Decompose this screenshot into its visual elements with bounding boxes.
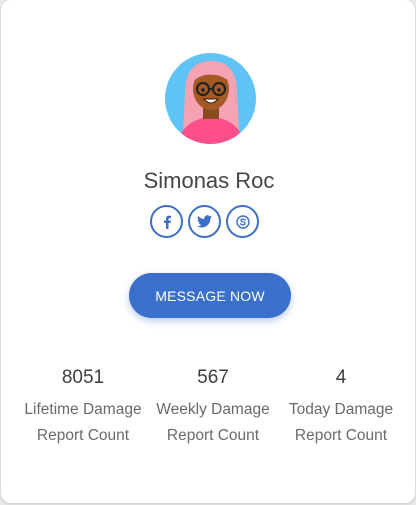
stat-label: Today Damage Report Count: [288, 401, 394, 444]
twitter-icon: [197, 215, 212, 228]
profile-card: Simonas Roc MESSAGE NOW 8051 Lifetime Da…: [1, 0, 415, 503]
stat-weekly: 567 Weekly Damage Report Count: [149, 366, 277, 448]
stat-today: 4 Today Damage Report Count: [279, 366, 403, 448]
skype-icon: [235, 214, 250, 229]
avatar: [165, 53, 256, 144]
profile-name: Simonas Roc: [143, 168, 275, 193]
message-now-button[interactable]: MESSAGE NOW: [129, 273, 291, 318]
skype-button[interactable]: [226, 205, 259, 238]
stat-label: Weekly Damage Report Count: [156, 401, 270, 444]
social-links: [150, 205, 272, 241]
stat-value: 567: [197, 367, 229, 388]
twitter-button[interactable]: [188, 205, 221, 238]
stat-value: 8051: [61, 367, 105, 388]
facebook-button[interactable]: [150, 205, 183, 238]
stat-lifetime: 8051 Lifetime Damage Report Count: [14, 366, 152, 448]
stat-value: 4: [335, 367, 347, 388]
stat-label: Lifetime Damage Report Count: [24, 401, 142, 444]
facebook-icon: [163, 215, 171, 229]
